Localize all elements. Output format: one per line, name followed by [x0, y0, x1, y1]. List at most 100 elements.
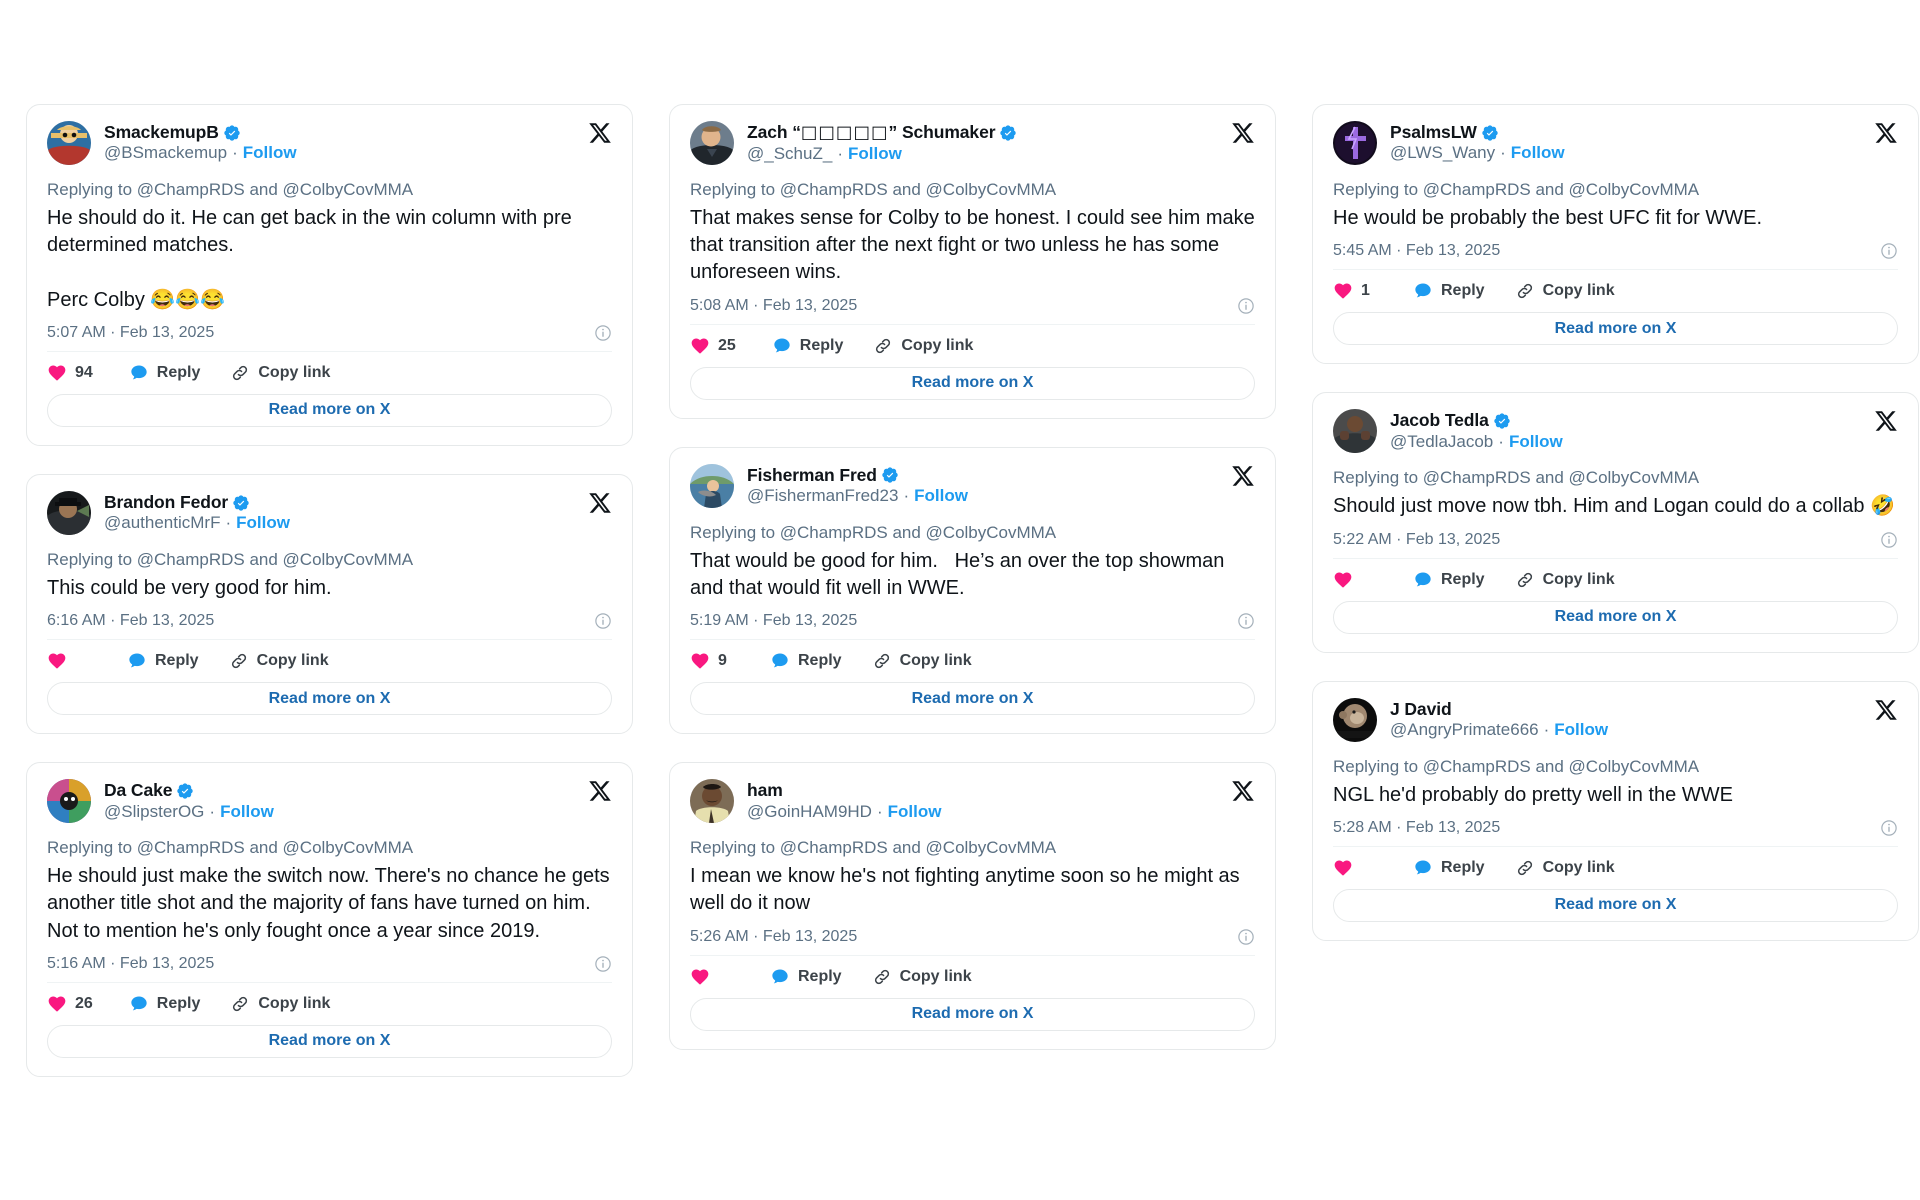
x-logo-icon[interactable]	[1231, 464, 1255, 488]
heart-icon[interactable]	[47, 363, 67, 383]
reply-button[interactable]: Reply	[1413, 570, 1485, 590]
reply-button[interactable]: Reply	[129, 363, 200, 383]
heart-icon[interactable]	[1333, 281, 1353, 301]
reply-button[interactable]: Reply	[772, 336, 843, 356]
read-more-on-x-button[interactable]: Read more on X	[690, 997, 1255, 1031]
like-button[interactable]	[1333, 570, 1377, 590]
info-icon[interactable]	[1880, 242, 1898, 260]
x-logo-icon[interactable]	[1874, 409, 1898, 433]
reply-button[interactable]: Reply	[770, 651, 842, 671]
reply-button[interactable]: Reply	[1413, 281, 1485, 301]
like-button[interactable]: 9	[690, 651, 734, 671]
author-handle[interactable]: @_SchuZ_	[747, 144, 832, 164]
reply-bubble-icon[interactable]	[1413, 570, 1433, 590]
reply-bubble-icon[interactable]	[129, 363, 149, 383]
avatar[interactable]	[690, 779, 734, 824]
info-icon[interactable]	[594, 324, 612, 342]
like-button[interactable]	[1333, 858, 1377, 878]
copy-link-icon[interactable]	[1515, 281, 1535, 301]
x-logo-icon[interactable]	[1874, 121, 1898, 145]
copy-link-button[interactable]: Copy link	[230, 363, 330, 383]
copy-link-icon[interactable]	[230, 994, 250, 1014]
x-logo-icon[interactable]	[588, 779, 612, 803]
reply-button[interactable]: Reply	[1413, 858, 1485, 878]
author-handle[interactable]: @FishermanFred23	[747, 486, 898, 506]
avatar[interactable]	[690, 463, 734, 508]
info-icon[interactable]	[594, 612, 612, 630]
reply-bubble-icon[interactable]	[127, 651, 147, 671]
author-handle[interactable]: @SlipsterOG	[104, 802, 204, 822]
reply-bubble-icon[interactable]	[129, 994, 149, 1014]
reply-bubble-icon[interactable]	[1413, 281, 1433, 301]
read-more-on-x-button[interactable]: Read more on X	[690, 366, 1255, 400]
follow-button[interactable]: Follow	[1554, 720, 1608, 740]
follow-button[interactable]: Follow	[236, 513, 290, 533]
copy-link-button[interactable]: Copy link	[1515, 281, 1615, 301]
reply-button[interactable]: Reply	[127, 651, 199, 671]
author-handle[interactable]: @BSmackemup	[104, 143, 227, 163]
like-button[interactable]: 1	[1333, 281, 1377, 301]
copy-link-button[interactable]: Copy link	[1515, 858, 1615, 878]
read-more-on-x-button[interactable]: Read more on X	[1333, 312, 1898, 346]
x-logo-icon[interactable]	[1231, 779, 1255, 803]
read-more-on-x-button[interactable]: Read more on X	[1333, 888, 1898, 922]
avatar[interactable]	[1333, 121, 1377, 165]
copy-link-button[interactable]: Copy link	[873, 336, 973, 356]
x-logo-icon[interactable]	[1231, 121, 1255, 145]
heart-icon[interactable]	[1333, 858, 1353, 878]
author-display-name[interactable]: Zach “□□□□□” Schumaker	[747, 122, 996, 143]
heart-icon[interactable]	[1333, 570, 1353, 590]
author-handle[interactable]: @GoinHAM9HD	[747, 802, 872, 822]
heart-icon[interactable]	[690, 336, 710, 356]
read-more-on-x-button[interactable]: Read more on X	[47, 682, 612, 716]
copy-link-button[interactable]: Copy link	[872, 651, 972, 671]
author-display-name[interactable]: SmackemupB	[104, 122, 219, 142]
follow-button[interactable]: Follow	[1509, 432, 1563, 452]
reply-bubble-icon[interactable]	[1413, 858, 1433, 878]
info-icon[interactable]	[1237, 928, 1255, 946]
heart-icon[interactable]	[690, 967, 710, 987]
x-logo-icon[interactable]	[1874, 698, 1898, 722]
copy-link-button[interactable]: Copy link	[229, 651, 329, 671]
author-display-name[interactable]: PsalmsLW	[1390, 122, 1477, 142]
follow-button[interactable]: Follow	[888, 802, 942, 822]
heart-icon[interactable]	[690, 651, 710, 671]
copy-link-button[interactable]: Copy link	[230, 994, 330, 1014]
copy-link-button[interactable]: Copy link	[1515, 570, 1615, 590]
reply-button[interactable]: Reply	[129, 994, 200, 1014]
info-icon[interactable]	[1237, 612, 1255, 630]
avatar[interactable]	[1333, 697, 1377, 742]
follow-button[interactable]: Follow	[848, 144, 902, 164]
info-icon[interactable]	[594, 955, 612, 973]
read-more-on-x-button[interactable]: Read more on X	[1333, 600, 1898, 634]
copy-link-icon[interactable]	[1515, 570, 1535, 590]
read-more-on-x-button[interactable]: Read more on X	[47, 393, 612, 427]
copy-link-icon[interactable]	[230, 363, 250, 383]
like-button[interactable]	[690, 967, 734, 987]
heart-icon[interactable]	[47, 994, 67, 1014]
like-button[interactable]: 94	[47, 363, 93, 383]
info-icon[interactable]	[1880, 531, 1898, 549]
author-display-name[interactable]: Brandon Fedor	[104, 492, 228, 512]
reply-bubble-icon[interactable]	[770, 967, 790, 987]
follow-button[interactable]: Follow	[914, 486, 968, 506]
copy-link-icon[interactable]	[229, 651, 249, 671]
reply-button[interactable]: Reply	[770, 967, 842, 987]
author-handle[interactable]: @AngryPrimate666	[1390, 720, 1539, 740]
follow-button[interactable]: Follow	[243, 143, 297, 163]
author-display-name[interactable]: Fisherman Fred	[747, 465, 877, 485]
copy-link-icon[interactable]	[1515, 858, 1535, 878]
read-more-on-x-button[interactable]: Read more on X	[47, 1024, 612, 1058]
avatar[interactable]	[47, 490, 91, 535]
author-handle[interactable]: @LWS_Wany	[1390, 143, 1495, 163]
info-icon[interactable]	[1880, 819, 1898, 837]
avatar[interactable]	[47, 121, 91, 165]
like-button[interactable]: 26	[47, 994, 93, 1014]
copy-link-icon[interactable]	[873, 336, 893, 356]
copy-link-icon[interactable]	[872, 967, 892, 987]
follow-button[interactable]: Follow	[1511, 143, 1565, 163]
author-display-name[interactable]: Da Cake	[104, 781, 172, 801]
x-logo-icon[interactable]	[588, 121, 612, 145]
info-icon[interactable]	[1237, 297, 1255, 315]
heart-icon[interactable]	[47, 651, 67, 671]
